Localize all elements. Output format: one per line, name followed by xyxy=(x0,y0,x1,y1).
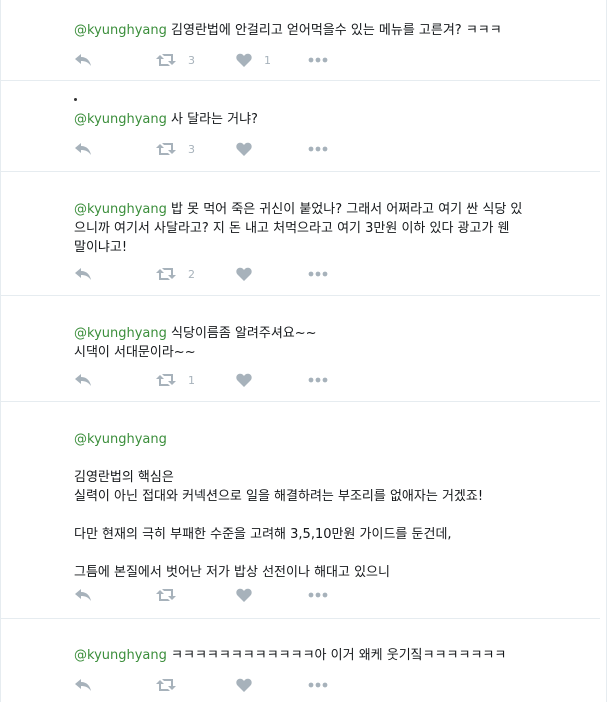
tweet-divider xyxy=(0,295,600,296)
tweet-text-line: 사 달라는 거냐? xyxy=(166,112,258,127)
more-icon xyxy=(308,271,328,277)
tweet-text-line: ㅋㅋㅋㅋㅋㅋㅋㅋㅋㅋㅋㅋ아 이거 왜케 웃기짘ㅋㅋㅋㅋㅋㅋㅋ xyxy=(166,648,507,663)
tweet-divider xyxy=(0,401,600,402)
tweet-actions: 1 xyxy=(74,370,328,390)
dot-mark xyxy=(74,98,77,101)
retweet-icon xyxy=(156,679,176,691)
like-button[interactable] xyxy=(236,142,308,156)
retweet-count: 1 xyxy=(188,373,195,387)
more-button[interactable] xyxy=(308,271,328,277)
tweet-text: @kyunghyang ㅋㅋㅋㅋㅋㅋㅋㅋㅋㅋㅋㅋ아 이거 왜케 웃기짘ㅋㅋㅋㅋㅋ… xyxy=(74,646,574,665)
retweet-button[interactable]: 1 xyxy=(156,373,236,387)
tweet-text: @kyunghyang 식당이름좀 알려주셔요~~ 시댁이 서대문이라~~ xyxy=(74,324,574,362)
tweet-divider xyxy=(0,618,600,619)
reply-button[interactable] xyxy=(74,53,156,67)
tweet-actions: 3 xyxy=(74,139,328,159)
retweet-button[interactable] xyxy=(156,678,236,692)
like-button[interactable] xyxy=(236,678,308,692)
like-button[interactable] xyxy=(236,267,308,281)
more-button[interactable] xyxy=(308,592,328,598)
reply-icon xyxy=(75,589,91,601)
reply-button[interactable] xyxy=(74,267,156,281)
reply-icon xyxy=(75,268,91,280)
tweet-text-line: 밥 못 먹어 죽은 귀신이 붙었나? 그래서 어쩌라고 여기 싼 식당 있 xyxy=(166,202,523,217)
more-icon xyxy=(308,57,328,63)
retweet-button[interactable]: 3 xyxy=(156,53,236,67)
reply-icon xyxy=(75,54,91,66)
tweet-text-line: 다만 현재의 극히 부패한 수준을 고려해 3,5,10만원 가이드를 둔건데, xyxy=(74,527,452,542)
more-icon xyxy=(308,682,328,688)
tweet-text-line: 말이냐고! xyxy=(74,240,128,255)
tweet-text: @kyunghyang 김영란법의 핵심은 실력이 아닌 접대와 커넥션으로 일… xyxy=(74,430,574,582)
like-button[interactable]: 1 xyxy=(236,53,308,67)
retweet-count: 3 xyxy=(188,142,195,156)
heart-icon xyxy=(236,588,252,602)
retweet-icon xyxy=(156,143,176,155)
tweet-text-line: 으니까 여기서 사달라고? 지 돈 내고 처먹으라고 여기 3만원 이하 있다 … xyxy=(74,221,510,236)
tweet-text-line: 김영란법의 핵심은 xyxy=(74,470,174,485)
retweet-icon xyxy=(156,589,176,601)
mention-link[interactable]: @kyunghyang xyxy=(74,326,167,341)
tweet-reply-list: @kyunghyang 김영란법에 안걸리고 얻어먹을수 있는 메뉴를 고른겨?… xyxy=(0,0,608,702)
retweet-count: 3 xyxy=(188,53,195,67)
more-button[interactable] xyxy=(308,377,328,383)
tweet-text-line: 실력이 아닌 접대와 커넥션으로 일을 해결하려는 부조리를 없애자는 거겠죠! xyxy=(74,489,484,504)
heart-icon xyxy=(236,267,252,281)
heart-icon xyxy=(236,53,252,67)
tweet-text-line: 김영란법에 안걸리고 얻어먹을수 있는 메뉴를 고른겨? ㅋㅋㅋ xyxy=(166,23,502,38)
tweet-text-line: 식당이름좀 알려주셔요~~ xyxy=(166,326,317,341)
retweet-count: 2 xyxy=(188,267,195,281)
retweet-button[interactable]: 2 xyxy=(156,267,236,281)
tweet-divider xyxy=(0,171,600,172)
reply-button[interactable] xyxy=(74,678,156,692)
like-button[interactable] xyxy=(236,373,308,387)
mention-link[interactable]: @kyunghyang xyxy=(74,648,167,663)
retweet-button[interactable]: 3 xyxy=(156,142,236,156)
like-count: 1 xyxy=(264,53,271,67)
more-button[interactable] xyxy=(308,682,328,688)
mention-link[interactable]: @kyunghyang xyxy=(74,432,167,447)
more-button[interactable] xyxy=(308,57,328,63)
heart-icon xyxy=(236,678,252,692)
reply-button[interactable] xyxy=(74,373,156,387)
more-icon xyxy=(308,377,328,383)
heart-icon xyxy=(236,373,252,387)
mention-link[interactable]: @kyunghyang xyxy=(74,112,167,127)
more-icon xyxy=(308,146,328,152)
left-border xyxy=(0,0,1,702)
mention-link[interactable]: @kyunghyang xyxy=(74,202,167,217)
reply-icon xyxy=(75,143,91,155)
tweet-divider xyxy=(0,80,600,81)
retweet-button[interactable] xyxy=(156,588,236,602)
tweet-text: @kyunghyang 밥 못 먹어 죽은 귀신이 붙었나? 그래서 어쩌라고 … xyxy=(74,200,574,257)
tweet-actions: 3 1 xyxy=(74,50,328,70)
mention-link[interactable]: @kyunghyang xyxy=(74,23,167,38)
tweet-actions xyxy=(74,585,328,605)
tweet-text-line: 시댁이 서대문이라~~ xyxy=(74,345,196,360)
tweet-text-line: 그틈에 본질에서 벗어난 저가 밥상 선전이나 해대고 있으니 xyxy=(74,565,390,580)
reply-button[interactable] xyxy=(74,588,156,602)
reply-icon xyxy=(75,679,91,691)
tweet-text: @kyunghyang 김영란법에 안걸리고 얻어먹을수 있는 메뉴를 고른겨?… xyxy=(74,21,574,40)
retweet-icon xyxy=(156,374,176,386)
tweet-text: @kyunghyang 사 달라는 거냐? xyxy=(74,110,574,129)
tweet-actions xyxy=(74,675,328,695)
retweet-icon xyxy=(156,54,176,66)
right-border xyxy=(606,0,607,702)
heart-icon xyxy=(236,142,252,156)
like-button[interactable] xyxy=(236,588,308,602)
retweet-icon xyxy=(156,268,176,280)
reply-icon xyxy=(75,374,91,386)
tweet-actions: 2 xyxy=(74,264,328,284)
more-icon xyxy=(308,592,328,598)
reply-button[interactable] xyxy=(74,142,156,156)
more-button[interactable] xyxy=(308,146,328,152)
